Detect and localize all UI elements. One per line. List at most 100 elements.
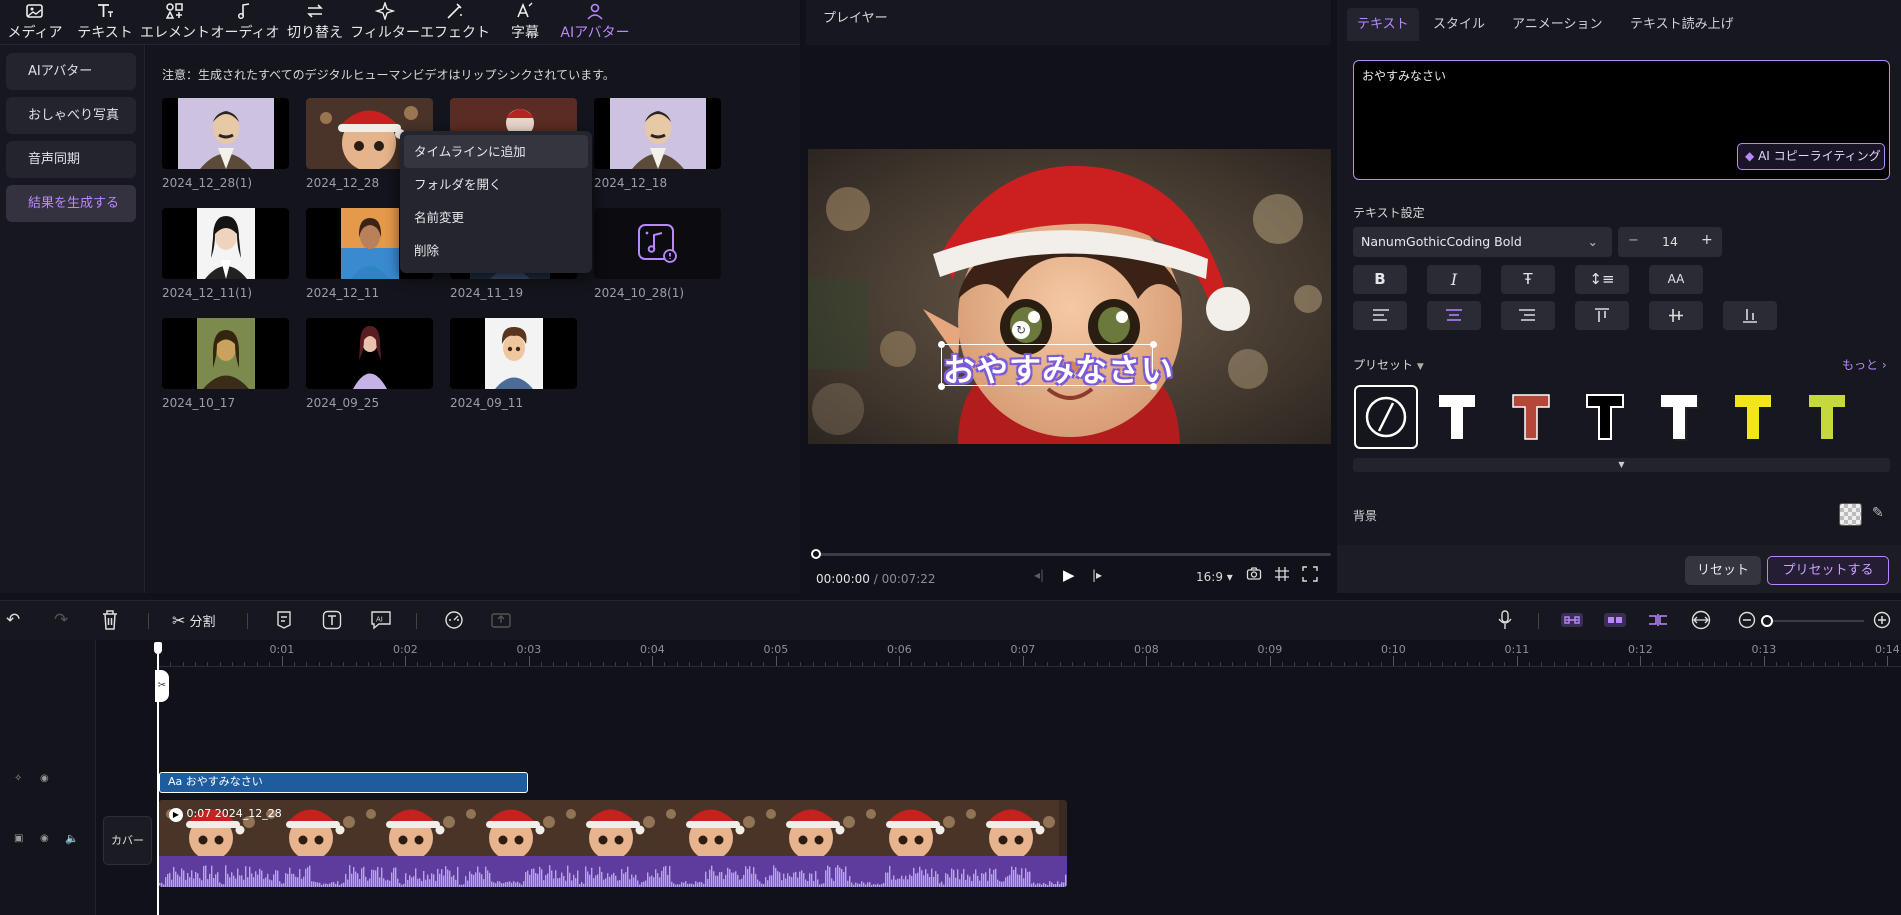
tab-animation[interactable]: アニメーション	[1502, 8, 1612, 41]
align-top-button[interactable]	[1575, 301, 1629, 330]
case-button[interactable]: AA	[1649, 265, 1703, 294]
ai-subtitle-icon[interactable]: AI	[370, 610, 392, 634]
expand-presets-button[interactable]: ▼	[1353, 458, 1890, 472]
playback-scrubber[interactable]	[811, 549, 1331, 559]
grid-icon[interactable]	[1274, 566, 1290, 586]
tool-media[interactable]: メディア	[0, 0, 70, 45]
sidebar-item-lip-sync[interactable]: 音声同期	[6, 141, 136, 178]
cover-button[interactable]: カバー	[103, 816, 152, 865]
aspect-ratio-select[interactable]: 16:9 ▾	[1196, 570, 1233, 584]
bold-button[interactable]: B	[1353, 265, 1407, 294]
zoom-out-icon[interactable]	[1738, 611, 1756, 633]
menu-item-rename[interactable]: 名前変更	[404, 201, 588, 234]
eyedropper-icon[interactable]: ✎	[1872, 505, 1884, 521]
rotate-handle-icon[interactable]: ↻	[1012, 321, 1030, 339]
ai-copywriting-button[interactable]: ◆ AI コピーライティング	[1737, 143, 1885, 170]
track-effect-icon[interactable]: ✧	[14, 773, 22, 784]
zoom-in-icon[interactable]	[1873, 611, 1891, 633]
decrease-size-button[interactable]: −	[1628, 233, 1639, 248]
tool-effect[interactable]: エフェクト	[420, 0, 490, 45]
tab-text-to-speech[interactable]: テキスト読み上げ	[1620, 8, 1744, 41]
preset-yellow[interactable]	[1721, 385, 1785, 449]
align-right-button[interactable]	[1501, 301, 1555, 330]
tool-subtitle[interactable]: 字幕	[490, 0, 560, 45]
save-preset-button[interactable]: プリセットする	[1767, 556, 1889, 585]
media-thumbnail[interactable]	[162, 98, 289, 169]
menu-item-open-folder[interactable]: フォルダを開く	[404, 168, 588, 201]
add-text-icon[interactable]	[322, 610, 342, 634]
previous-frame-icon[interactable]: ◂|	[1034, 568, 1044, 582]
export-clip-icon[interactable]	[490, 610, 512, 634]
italic-button[interactable]: I	[1427, 265, 1481, 294]
media-thumbnail[interactable]	[450, 318, 577, 389]
resize-handle[interactable]	[1150, 383, 1157, 390]
menu-item-delete[interactable]: 削除	[404, 234, 588, 267]
align-middle-button[interactable]	[1649, 301, 1703, 330]
strikethrough-button[interactable]: Ŧ	[1501, 265, 1555, 294]
track-visibility-icon[interactable]: ◉	[40, 833, 49, 844]
media-thumbnail[interactable]	[162, 208, 289, 279]
font-select[interactable]: NanumGothicCoding Bold ⌄	[1353, 227, 1612, 257]
media-thumbnail[interactable]	[594, 98, 721, 169]
preset-white[interactable]	[1425, 385, 1489, 449]
delete-icon[interactable]	[100, 609, 120, 635]
tab-style[interactable]: スタイル	[1423, 8, 1495, 41]
next-frame-icon[interactable]: |▸	[1092, 568, 1102, 582]
more-presets-link[interactable]: もっと ›	[1842, 356, 1887, 373]
media-thumbnail[interactable]	[306, 318, 433, 389]
resize-handle[interactable]	[938, 383, 945, 390]
reset-button[interactable]: リセット	[1685, 556, 1761, 585]
snapshot-icon[interactable]	[1246, 566, 1262, 586]
tool-transition[interactable]: 切り替え	[280, 0, 350, 45]
align-bottom-button[interactable]	[1723, 301, 1777, 330]
media-thumbnail[interactable]	[162, 318, 289, 389]
tool-ai-avatar[interactable]: AIアバター	[560, 0, 630, 45]
sidebar-item-generated-results[interactable]: 結果を生成する	[6, 185, 136, 222]
playback-knob[interactable]	[811, 549, 821, 559]
preset-lime[interactable]	[1795, 385, 1859, 449]
snap-icon[interactable]	[1646, 611, 1670, 633]
resize-handle[interactable]	[1150, 341, 1157, 348]
tool-text[interactable]: テキスト	[70, 0, 140, 45]
align-center-button[interactable]	[1427, 301, 1481, 330]
sidebar-item-ai-avatar[interactable]: AIアバター	[6, 53, 136, 90]
fit-timeline-icon[interactable]	[1690, 610, 1712, 634]
play-icon[interactable]: ▶	[1063, 566, 1075, 584]
time-ruler[interactable]: 0:01 0:02 0:03 0:04 0:05 0:06 0:07 0:08 0:09 0:10…	[158, 640, 1901, 667]
track-visibility-icon[interactable]: ◉	[40, 773, 49, 784]
text-content-input[interactable]: おやすみなさい ◆ AI コピーライティング	[1353, 60, 1890, 180]
background-color-swatch[interactable]	[1839, 503, 1862, 526]
marker-icon[interactable]	[275, 610, 293, 634]
sidebar-item-talking-photo[interactable]: おしゃべり写真	[6, 97, 136, 134]
fullscreen-icon[interactable]	[1302, 566, 1318, 586]
preset-header[interactable]: プリセット ▼	[1353, 356, 1424, 373]
line-spacing-button[interactable]: ↕≡	[1575, 265, 1629, 294]
magnet-icon[interactable]	[1603, 611, 1627, 633]
preset-outline[interactable]	[1573, 385, 1637, 449]
undo-icon[interactable]: ↶	[6, 610, 20, 630]
tool-element[interactable]: エレメント	[140, 0, 210, 45]
align-left-button[interactable]	[1353, 301, 1407, 330]
preset-shadow[interactable]	[1647, 385, 1711, 449]
video-clip[interactable]: ▶ 0:07 2024_12_28	[159, 800, 1067, 887]
menu-item-add-to-timeline[interactable]: タイムラインに追加	[404, 135, 588, 168]
tab-text[interactable]: テキスト	[1347, 8, 1419, 41]
split-scissors-icon[interactable]: ✂	[155, 670, 169, 702]
link-clips-icon[interactable]	[1560, 611, 1584, 633]
speed-icon[interactable]	[443, 610, 465, 634]
video-preview[interactable]: おやすみなさい ↻	[808, 149, 1331, 444]
preset-none[interactable]	[1354, 385, 1418, 449]
text-clip[interactable]: Aa おやすみなさい	[159, 772, 528, 793]
tool-filter[interactable]: フィルター	[350, 0, 420, 45]
video-overlay-text[interactable]: おやすみなさい	[943, 345, 1174, 391]
split-button[interactable]: ✂ 分割	[172, 609, 216, 633]
track-mute-icon[interactable]: 🔈	[65, 832, 79, 845]
increase-size-button[interactable]: +	[1701, 232, 1713, 248]
zoom-slider[interactable]	[1761, 615, 1864, 627]
preset-red[interactable]	[1499, 385, 1563, 449]
microphone-icon[interactable]	[1496, 609, 1514, 635]
zoom-slider-knob[interactable]	[1761, 615, 1773, 627]
font-size-stepper[interactable]: − 14 +	[1618, 227, 1722, 257]
media-thumbnail[interactable]	[594, 208, 721, 279]
redo-icon[interactable]: ↷	[54, 610, 68, 630]
